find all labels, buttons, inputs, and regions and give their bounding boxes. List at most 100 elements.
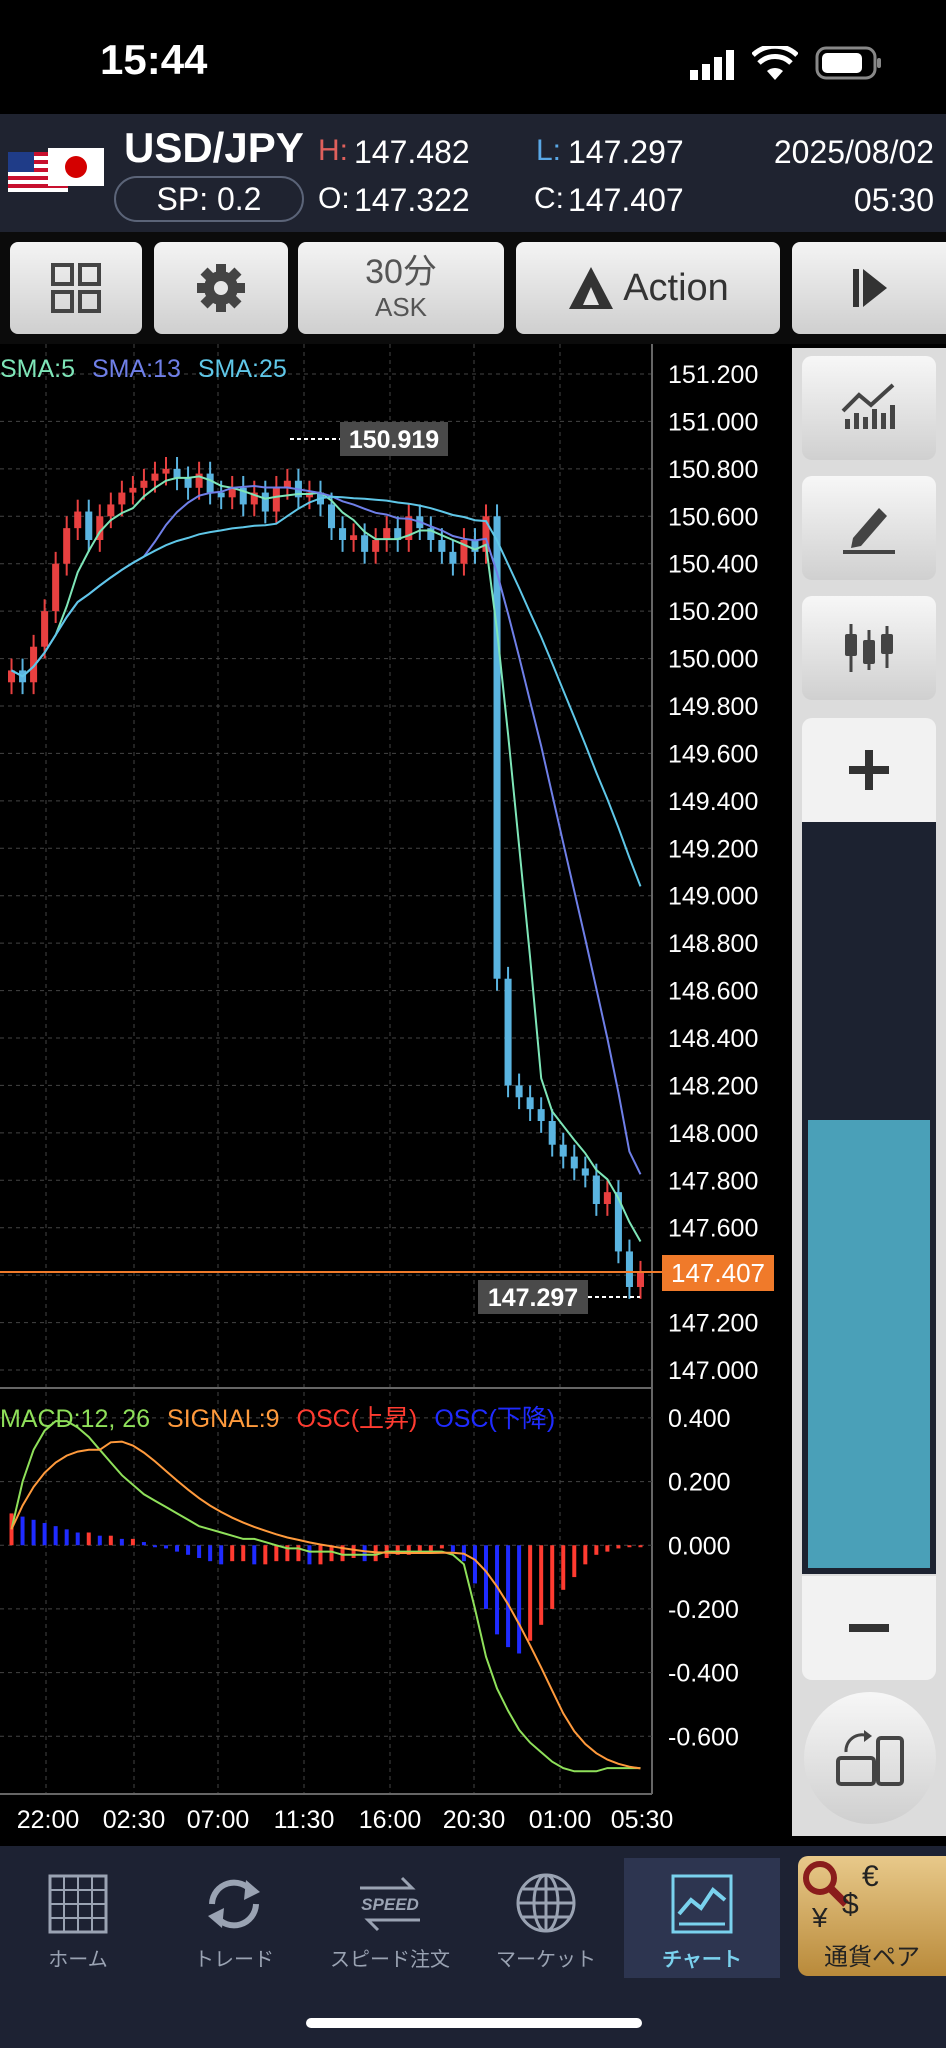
candle-body xyxy=(217,492,225,498)
home-grid-icon xyxy=(48,1874,108,1934)
time-tick-label: 20:30 xyxy=(443,1806,506,1834)
macd-tick-label: 0.400 xyxy=(668,1405,731,1433)
macd-histogram-bar xyxy=(274,1545,279,1562)
candle-body xyxy=(206,473,214,493)
zoom-out-button[interactable] xyxy=(802,1576,936,1680)
macd-histogram-bar xyxy=(197,1545,202,1558)
macd-histogram-bar xyxy=(506,1545,511,1648)
macd-histogram-bar xyxy=(627,1545,632,1548)
signal-icon xyxy=(690,50,738,80)
nav-chart[interactable]: チャート xyxy=(624,1858,780,1978)
macd-histogram-bar xyxy=(42,1522,47,1546)
action-button[interactable]: Action xyxy=(516,242,780,334)
candle-body xyxy=(339,528,347,540)
candle-body xyxy=(350,535,358,540)
candle-body xyxy=(636,1272,644,1287)
jp-flag-icon xyxy=(48,148,104,186)
zoom-slider-track[interactable] xyxy=(802,822,936,1574)
pencil-icon xyxy=(843,508,895,554)
candlestick-icon xyxy=(845,624,893,672)
nav-speed-order[interactable]: SPEED スピード注文 xyxy=(312,1858,468,1978)
nav-currency-pair-label: 通貨ペア xyxy=(824,1944,920,1971)
macd-histogram-bar xyxy=(241,1545,246,1562)
price-tick-label: 151.000 xyxy=(668,408,758,436)
price-axis: 151.200 151.000 150.800 150.600 150.400 150.2… xyxy=(668,361,758,1385)
candle-body xyxy=(614,1192,622,1252)
candle-body xyxy=(261,492,269,512)
speed-order-icon: SPEED xyxy=(360,1876,420,1932)
battery-icon xyxy=(815,46,883,80)
nav-home-label: ホーム xyxy=(48,1949,108,1971)
play-step-icon xyxy=(853,269,887,307)
macd-histogram-bar xyxy=(318,1545,323,1565)
candle-body xyxy=(151,473,159,481)
price-tick-label: 148.600 xyxy=(668,978,758,1006)
macd-histogram-bar xyxy=(9,1513,14,1546)
price-tick-label: 150.600 xyxy=(668,503,758,531)
chart-type-button[interactable] xyxy=(802,596,936,700)
layout-button[interactable] xyxy=(10,242,142,334)
quote-date: 2025/08/02 xyxy=(773,134,934,170)
high-value: 147.482 xyxy=(354,134,470,170)
macd-legend: MACD:12, 26 SIGNAL:9 OSC(上昇) OSC(下降) xyxy=(0,1405,555,1433)
currency-pair-title[interactable]: USD/JPY xyxy=(124,124,304,172)
nav-trade[interactable]: トレード xyxy=(156,1858,312,1978)
globe-icon xyxy=(516,1873,576,1933)
candle-body xyxy=(162,468,170,474)
grid-icon xyxy=(51,263,101,313)
low-marker: 147.297 xyxy=(488,1284,578,1312)
macd-histogram-bar xyxy=(31,1519,36,1546)
timeframe-button[interactable]: 30分 ASK xyxy=(298,242,504,334)
macd-histogram-bar xyxy=(539,1545,544,1625)
macd-histogram-bar xyxy=(594,1545,599,1555)
zoom-in-button[interactable] xyxy=(802,718,936,822)
price-chart[interactable]: 151.200 151.000 150.800 150.600 150.400 150.2… xyxy=(0,344,792,1846)
macd-lines xyxy=(10,1420,641,1773)
macd-histogram-bar xyxy=(472,1545,477,1584)
candle-body xyxy=(129,487,137,493)
high-label: H: xyxy=(318,134,348,167)
nav-market[interactable]: マーケット xyxy=(468,1858,624,1978)
price-tick-label: 149.200 xyxy=(668,835,758,863)
yen-icon: ¥ xyxy=(812,1902,828,1933)
price-tick-label: 149.000 xyxy=(668,883,758,911)
time-tick-label: 16:00 xyxy=(359,1806,422,1834)
candle-body xyxy=(372,540,380,552)
macd-histogram-bar xyxy=(362,1545,367,1562)
candle-body xyxy=(449,551,457,564)
time-tick-label: 22:00 xyxy=(17,1806,80,1834)
macd-histogram xyxy=(9,1513,643,1654)
sma25-label: SMA:25 xyxy=(198,355,287,383)
minus-icon xyxy=(849,1624,889,1632)
macd-histogram-bar xyxy=(86,1532,91,1546)
rotate-button[interactable] xyxy=(804,1692,936,1824)
open-label: O: xyxy=(318,182,350,215)
candle-body xyxy=(548,1121,556,1145)
chart-toolbar: 30分 ASK Action xyxy=(0,232,946,344)
speed-icon-text: SPEED xyxy=(361,1895,419,1914)
price-tick-label: 150.800 xyxy=(668,456,758,484)
sma-lines xyxy=(11,475,642,1242)
macd-tick-label: 0.200 xyxy=(668,1469,731,1497)
macd-histogram-bar xyxy=(64,1529,69,1546)
price-tick-label: 148.400 xyxy=(668,1025,758,1053)
draw-button[interactable] xyxy=(802,476,936,580)
macd-histogram-bar xyxy=(175,1545,180,1552)
macd-histogram-bar xyxy=(164,1545,168,1549)
nav-currency-pair[interactable]: € $ ¥ 通貨ペア xyxy=(798,1856,946,1976)
price-tick-label: 149.400 xyxy=(668,788,758,816)
signal-label: SIGNAL:9 xyxy=(167,1405,280,1433)
play-button[interactable] xyxy=(792,242,946,334)
candle-body xyxy=(107,504,115,517)
macd-histogram-bar xyxy=(53,1526,58,1546)
chart-indicator-icon xyxy=(841,383,895,429)
macd-histogram-bar xyxy=(605,1545,610,1552)
candle-body xyxy=(438,540,446,552)
osc-up-label: OSC(上昇) xyxy=(297,1405,418,1433)
candle-body xyxy=(272,487,280,512)
candle-body xyxy=(85,511,93,540)
macd-histogram-bar xyxy=(141,1542,146,1546)
settings-button[interactable] xyxy=(154,242,288,334)
indicator-button[interactable] xyxy=(802,356,936,460)
nav-home[interactable]: ホーム xyxy=(0,1858,156,1978)
